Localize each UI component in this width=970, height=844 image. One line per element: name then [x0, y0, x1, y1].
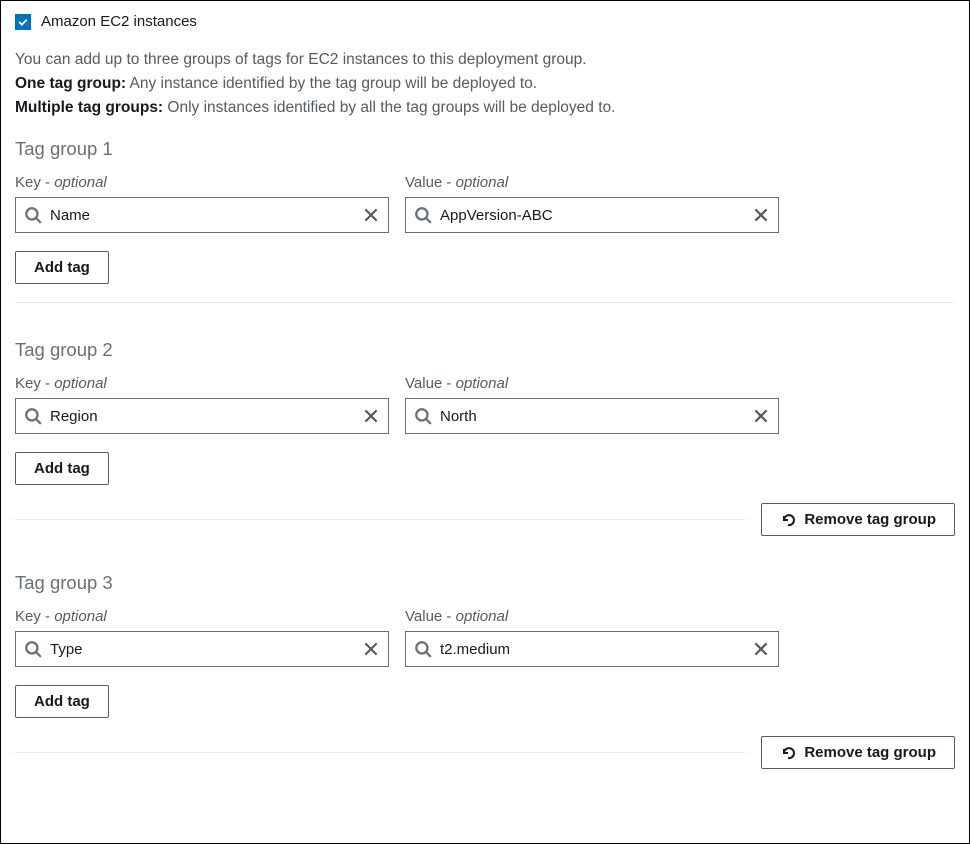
divider [15, 302, 955, 303]
undo-icon [780, 512, 796, 528]
remove-tag-group-button[interactable]: Remove tag group [761, 736, 955, 769]
key-input-wrap [15, 398, 389, 434]
add-tag-button[interactable]: Add tag [15, 452, 109, 485]
one-tag-group-label: One tag group: [15, 75, 126, 92]
tag-group-title: Tag group 1 [15, 138, 955, 160]
description: You can add up to three groups of tags f… [15, 48, 955, 120]
value-field: Value - optional [405, 608, 779, 667]
value-label: Value - optional [405, 174, 779, 191]
key-label: Key - optional [15, 375, 389, 392]
tag-group-2: Tag group 2 Key - optional Value - optio… [15, 339, 955, 554]
close-icon[interactable] [752, 640, 770, 658]
value-field: Value - optional [405, 375, 779, 434]
search-icon [24, 640, 42, 658]
key-field: Key - optional [15, 174, 389, 233]
multiple-tag-groups-text: Only instances identified by all the tag… [163, 99, 615, 116]
fields-row: Key - optional Value - optional [15, 375, 955, 434]
add-tag-button[interactable]: Add tag [15, 685, 109, 718]
tag-group-title: Tag group 3 [15, 572, 955, 594]
search-icon [414, 206, 432, 224]
divider [15, 519, 745, 520]
add-tag-button[interactable]: Add tag [15, 251, 109, 284]
key-input-wrap [15, 631, 389, 667]
group-footer-row: Remove tag group [15, 503, 955, 536]
value-label: Value - optional [405, 375, 779, 392]
value-input[interactable] [432, 408, 752, 425]
fields-row: Key - optional Value - optional [15, 174, 955, 233]
header-label: Amazon EC2 instances [41, 13, 197, 30]
key-input[interactable] [42, 207, 362, 224]
value-input-wrap [405, 197, 779, 233]
one-tag-group-text: Any instance identified by the tag group… [126, 75, 537, 92]
tag-group-title: Tag group 2 [15, 339, 955, 361]
remove-tag-group-button[interactable]: Remove tag group [761, 503, 955, 536]
close-icon[interactable] [752, 407, 770, 425]
tag-group-3: Tag group 3 Key - optional Value - optio… [15, 572, 955, 787]
divider [15, 752, 745, 753]
key-input-wrap [15, 197, 389, 233]
group-footer-row: Remove tag group [15, 736, 955, 769]
header-row: Amazon EC2 instances [15, 13, 955, 30]
multiple-tag-groups-label: Multiple tag groups: [15, 99, 163, 116]
fields-row: Key - optional Value - optional [15, 608, 955, 667]
key-field: Key - optional [15, 608, 389, 667]
value-input[interactable] [432, 641, 752, 658]
key-label: Key - optional [15, 608, 389, 625]
key-label: Key - optional [15, 174, 389, 191]
value-field: Value - optional [405, 174, 779, 233]
ec2-instances-checkbox[interactable] [15, 14, 31, 30]
search-icon [24, 407, 42, 425]
close-icon[interactable] [362, 640, 380, 658]
search-icon [414, 640, 432, 658]
description-intro: You can add up to three groups of tags f… [15, 51, 587, 68]
key-input[interactable] [42, 641, 362, 658]
ec2-instances-panel: Amazon EC2 instances You can add up to t… [0, 0, 970, 844]
value-input[interactable] [432, 207, 752, 224]
search-icon [414, 407, 432, 425]
key-input[interactable] [42, 408, 362, 425]
close-icon[interactable] [362, 407, 380, 425]
check-icon [17, 16, 29, 28]
tag-group-1: Tag group 1 Key - optional Value - optio… [15, 138, 955, 321]
undo-icon [780, 745, 796, 761]
value-label: Value - optional [405, 608, 779, 625]
close-icon[interactable] [362, 206, 380, 224]
value-input-wrap [405, 631, 779, 667]
search-icon [24, 206, 42, 224]
close-icon[interactable] [752, 206, 770, 224]
key-field: Key - optional [15, 375, 389, 434]
value-input-wrap [405, 398, 779, 434]
